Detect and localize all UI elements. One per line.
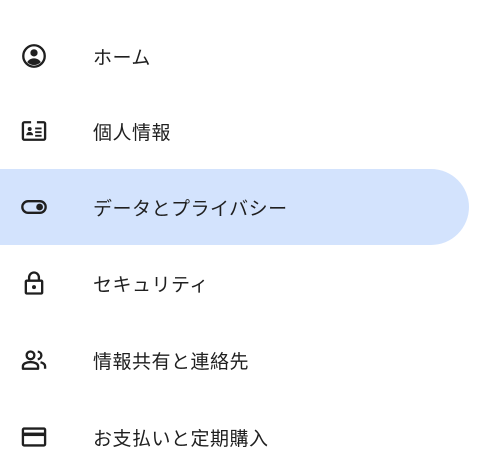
id-card-icon [20,117,48,145]
lock-icon [20,269,48,297]
sidebar-item-home[interactable]: ホーム [0,18,479,94]
sidebar-item-label: データとプライバシー [93,197,288,220]
sidebar-item-people-sharing[interactable]: 情報共有と連絡先 [0,322,479,398]
sidebar-item-personal-info[interactable]: 個人情報 [0,93,479,169]
sidebar-item-data-privacy[interactable]: データとプライバシー [0,169,469,245]
toggle-icon [20,193,48,221]
sidebar-item-label: 情報共有と連絡先 [93,350,250,373]
account-circle-icon [20,42,48,70]
people-icon [20,346,48,374]
sidebar-item-payments[interactable]: お支払いと定期購入 [0,399,479,475]
sidebar-item-label: 個人情報 [93,121,172,144]
sidebar-item-label: お支払いと定期購入 [93,427,269,450]
credit-card-icon [20,423,48,451]
sidebar-item-security[interactable]: セキュリティ [0,245,479,321]
sidebar-item-label: セキュリティ [93,273,209,296]
sidebar-nav: ホーム 個人情報 データとプライバシー セキュリティ 情報共有と連絡先 お支払い… [0,0,479,475]
sidebar-item-label: ホーム [93,46,151,69]
